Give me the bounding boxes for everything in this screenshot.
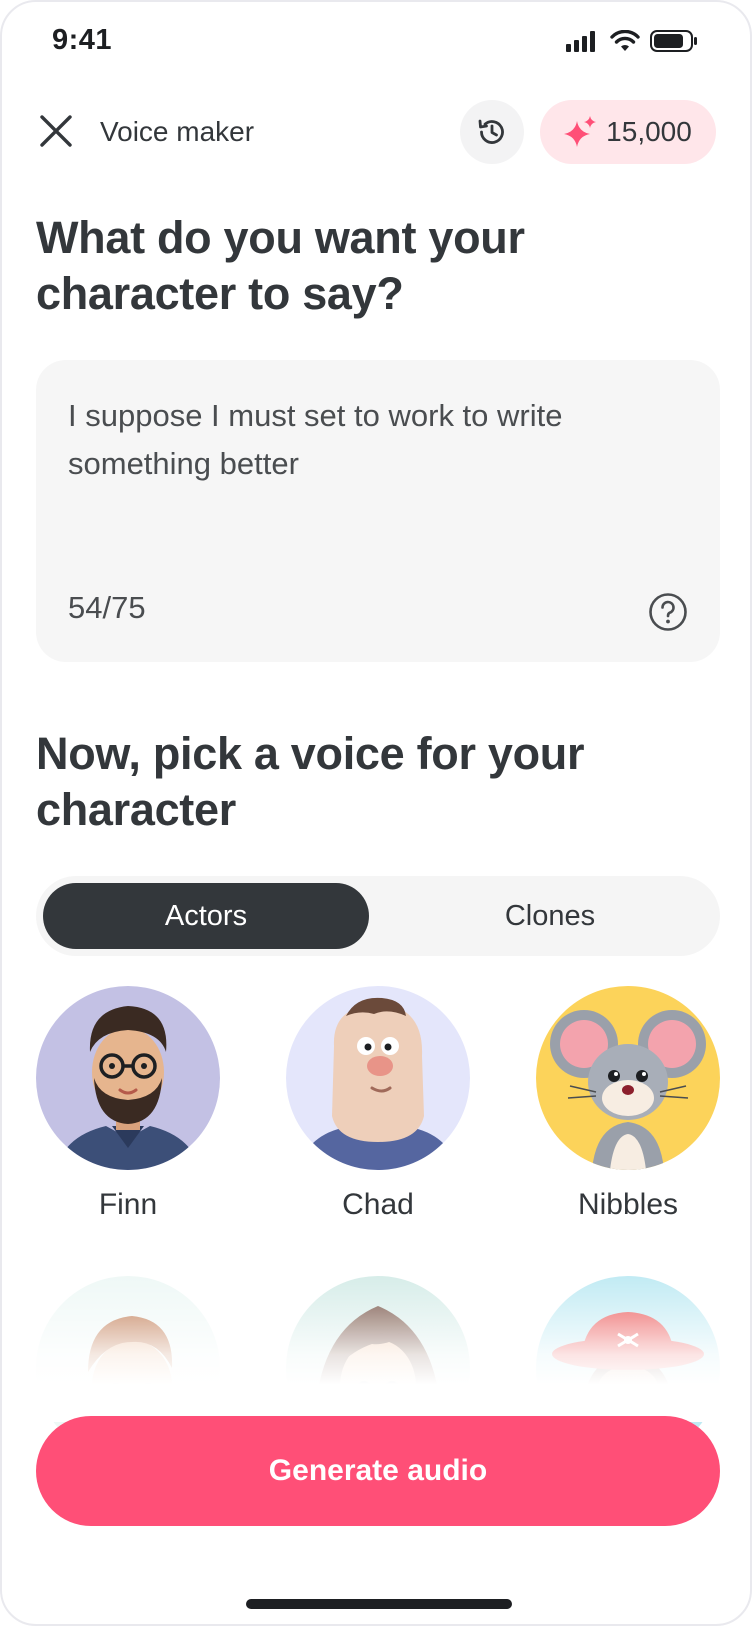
status-bar: 9:41 — [2, 2, 750, 86]
voice-name: Finn — [98, 1188, 158, 1221]
tab-actors[interactable]: Actors — [43, 883, 369, 949]
avatar-nibbles — [536, 986, 720, 1170]
character-count: 54/75 — [68, 590, 146, 625]
avatar-finn — [36, 986, 220, 1170]
phone-frame: 9:41 Voice maker 15,000 What do you want… — [0, 0, 752, 1626]
sparkle-icon — [564, 116, 597, 147]
signal-icon — [566, 31, 595, 52]
status-time: 9:41 — [52, 24, 113, 56]
voice-type-tabs: Actors Clones — [36, 876, 720, 956]
prompt-text-area[interactable]: I suppose I must set to work to write so… — [36, 360, 720, 662]
prompt-heading: What do you want your character to say? — [36, 212, 525, 319]
close-icon — [40, 115, 72, 147]
voice-card-nibbles[interactable]: Nibbles — [536, 986, 720, 1222]
avatar-chad — [286, 986, 470, 1170]
credits-badge[interactable]: 15,000 — [540, 100, 716, 164]
battery-icon — [650, 30, 697, 52]
top-bar: Voice maker 15,000 — [36, 98, 716, 164]
tab-clones[interactable]: Clones — [387, 883, 713, 949]
page-title: Voice maker — [100, 116, 255, 147]
credits-value: 15,000 — [606, 116, 692, 147]
close-button[interactable] — [36, 111, 76, 151]
voice-card-finn[interactable]: Finn — [36, 986, 220, 1222]
help-button[interactable] — [648, 592, 688, 632]
generate-audio-button[interactable]: Generate audio — [36, 1416, 720, 1526]
wifi-icon — [610, 30, 640, 51]
home-indicator — [246, 1599, 512, 1609]
voice-card-chad[interactable]: Chad — [286, 986, 470, 1222]
history-button[interactable] — [460, 100, 524, 164]
status-icons — [566, 30, 698, 52]
voice-name: Nibbles — [577, 1188, 679, 1221]
prompt-text[interactable]: I suppose I must set to work to write so… — [68, 392, 688, 488]
voice-name: Chad — [342, 1188, 414, 1221]
voice-heading: Now, pick a voice for your character — [36, 728, 585, 835]
history-icon — [478, 119, 504, 144]
question-circle-icon — [649, 593, 687, 631]
